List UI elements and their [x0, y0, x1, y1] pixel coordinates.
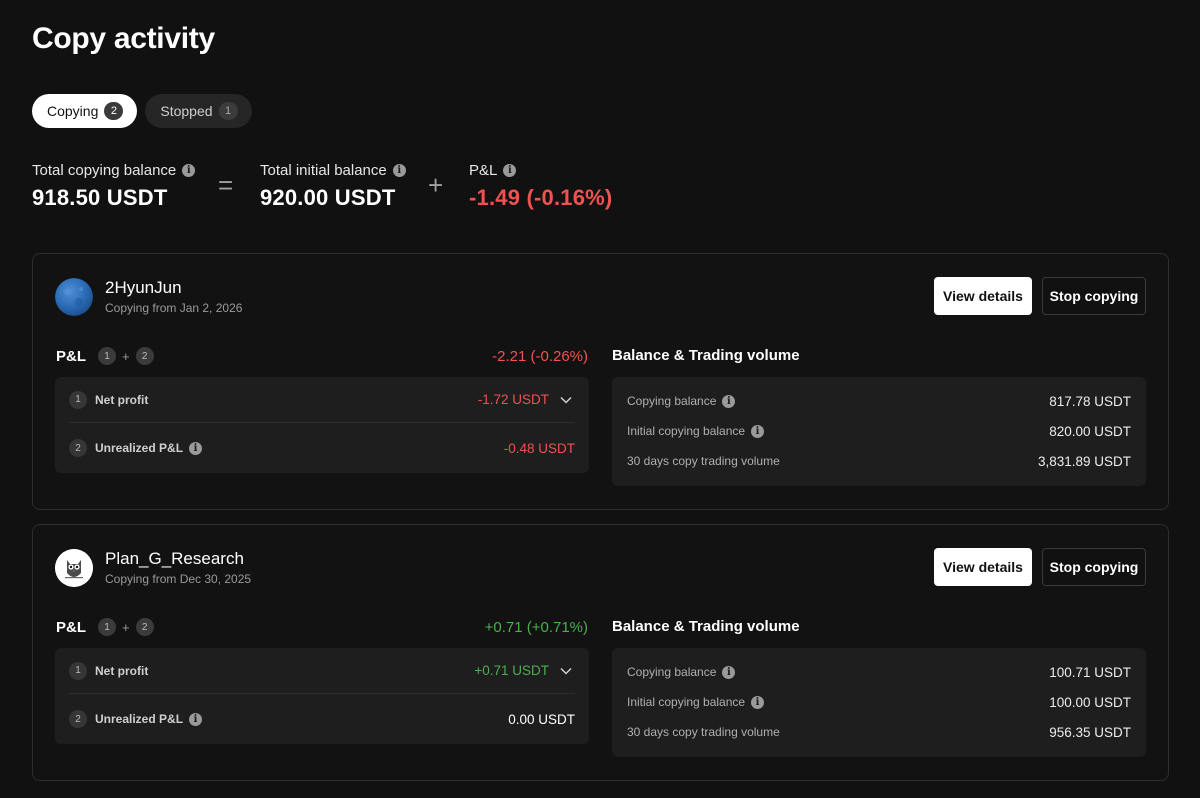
plus-sign: + [428, 170, 444, 200]
initial-balance-value: 820.00 USDT [1049, 423, 1131, 439]
view-details-button[interactable]: View details [934, 277, 1032, 315]
trader-name[interactable]: 2HyunJun [105, 278, 182, 298]
initial-balance-row: Initial copying balance i 100.00 USDT [627, 692, 1131, 712]
trader-name[interactable]: Plan_G_Research [105, 549, 244, 569]
tab-stopped[interactable]: Stopped 1 [145, 94, 252, 128]
initial-balance-label: Initial copying balance [627, 424, 746, 438]
copying-balance-value: 100.71 USDT [1049, 664, 1131, 680]
balance-title: Balance & Trading volume [612, 618, 800, 635]
trader-avatar[interactable] [55, 278, 93, 316]
info-icon[interactable]: i [751, 424, 765, 438]
volume-row: 30 days copy trading volume 956.35 USDT [627, 722, 1131, 742]
volume-value: 956.35 USDT [1049, 724, 1131, 740]
unrealized-pnl-row: 2 Unrealized P&L i -0.48 USDT [69, 425, 575, 471]
blue-textured-avatar-icon [55, 278, 93, 316]
initial-balance-label: Initial copying balance [627, 695, 746, 709]
info-icon[interactable]: i [189, 441, 203, 455]
balance-breakdown: Copying balance i 100.71 USDT Initial co… [612, 648, 1146, 757]
info-icon[interactable]: i [182, 163, 196, 177]
copying-balance-value: 817.78 USDT [1049, 393, 1131, 409]
net-profit-value: +0.71 USDT [474, 663, 549, 678]
tab-stopped-count: 1 [218, 102, 238, 120]
volume-label: 30 days copy trading volume [627, 725, 780, 739]
copy-since: Copying from Jan 2, 2026 [105, 301, 243, 315]
equals-sign: = [218, 170, 234, 200]
pnl-title: P&L [56, 347, 86, 365]
info-icon[interactable]: i [503, 163, 517, 177]
pnl-badge: 2 [135, 618, 154, 636]
trader-card: Plan_G_Research Copying from Dec 30, 202… [32, 524, 1169, 781]
info-icon[interactable]: i [751, 695, 765, 709]
info-icon[interactable]: i [392, 163, 406, 177]
copying-balance-row: Copying balance i 817.78 USDT [627, 391, 1131, 411]
balance-breakdown: Copying balance i 817.78 USDT Initial co… [612, 377, 1146, 486]
volume-label: 30 days copy trading volume [627, 454, 780, 468]
owl-avatar-icon [55, 549, 93, 587]
stop-copying-button[interactable]: Stop copying [1042, 548, 1146, 586]
pnl-header: P&L 1 + 2 [56, 618, 154, 636]
trader-avatar[interactable] [55, 549, 93, 587]
volume-row: 30 days copy trading volume 3,831.89 USD… [627, 451, 1131, 471]
info-icon[interactable]: i [722, 665, 736, 679]
chevron-down-icon[interactable] [557, 391, 575, 409]
row-number: 2 [69, 710, 87, 728]
pnl-breakdown: 1 Net profit -1.72 USDT 2 Unrealized P&L… [55, 377, 589, 473]
pnl-breakdown: 1 Net profit +0.71 USDT 2 Unrealized P&L… [55, 648, 589, 744]
net-profit-label: Net profit [95, 392, 149, 407]
total-copying-balance: Total copying balance i 918.50 USDT [32, 161, 196, 211]
row-number: 1 [69, 390, 87, 409]
trader-card: 2HyunJun Copying from Jan 2, 2026 View d… [32, 253, 1169, 510]
total-initial-balance-label: Total initial balance [260, 161, 387, 179]
total-copying-balance-label: Total copying balance [32, 161, 177, 179]
volume-value: 3,831.89 USDT [1037, 453, 1131, 469]
total-pnl-value: -1.49 (-0.16%) [469, 185, 613, 210]
tab-copying[interactable]: Copying 2 [32, 94, 138, 128]
pnl-header: P&L 1 + 2 [56, 347, 154, 365]
net-profit-value: -1.72 USDT [477, 392, 549, 407]
unrealized-pnl-value: -0.48 USDT [503, 440, 575, 456]
pnl-total: +0.71 (+0.71%) [484, 619, 588, 636]
plus-sign: + [122, 348, 130, 364]
net-profit-label: Net profit [95, 663, 149, 678]
net-profit-row[interactable]: 1 Net profit -1.72 USDT [69, 377, 575, 423]
unrealized-pnl-value: 0.00 USDT [508, 711, 575, 727]
copying-balance-label: Copying balance [627, 665, 717, 679]
copying-balance-row: Copying balance i 100.71 USDT [627, 662, 1131, 682]
tab-stopped-label: Stopped [160, 103, 213, 119]
total-copying-balance-value: 918.50 USDT [32, 185, 168, 210]
total-pnl: P&L i -1.49 (-0.16%) [469, 161, 612, 211]
pnl-title: P&L [56, 618, 86, 636]
plus-sign: + [122, 619, 130, 635]
initial-balance-value: 100.00 USDT [1049, 694, 1131, 710]
pnl-badge: 1 [98, 618, 116, 636]
copy-since: Copying from Dec 30, 2025 [105, 572, 252, 586]
pnl-badge: 2 [135, 347, 154, 365]
unrealized-pnl-label: Unrealized P&L [95, 712, 184, 726]
total-pnl-label: P&L [469, 161, 498, 179]
row-number: 1 [69, 661, 87, 680]
stop-copying-button[interactable]: Stop copying [1042, 277, 1146, 315]
balance-title: Balance & Trading volume [612, 347, 800, 364]
net-profit-row[interactable]: 1 Net profit +0.71 USDT [69, 648, 575, 694]
unrealized-pnl-label: Unrealized P&L [95, 441, 184, 455]
total-initial-balance: Total initial balance i 920.00 USDT [260, 161, 406, 211]
info-icon[interactable]: i [722, 394, 736, 408]
pnl-total: -2.21 (-0.26%) [492, 348, 588, 365]
row-number: 2 [69, 439, 87, 457]
tab-copying-count: 2 [104, 102, 124, 120]
unrealized-pnl-row: 2 Unrealized P&L i 0.00 USDT [69, 696, 575, 742]
chevron-down-icon[interactable] [557, 662, 575, 680]
view-details-button[interactable]: View details [934, 548, 1032, 586]
info-icon[interactable]: i [189, 712, 203, 726]
pnl-badge: 1 [98, 347, 116, 365]
page-title: Copy activity [32, 22, 215, 55]
copying-balance-label: Copying balance [627, 394, 717, 408]
total-initial-balance-value: 920.00 USDT [260, 185, 396, 210]
status-tabs: Copying 2 Stopped 1 [32, 94, 252, 128]
initial-balance-row: Initial copying balance i 820.00 USDT [627, 421, 1131, 441]
tab-copying-label: Copying [47, 103, 99, 119]
